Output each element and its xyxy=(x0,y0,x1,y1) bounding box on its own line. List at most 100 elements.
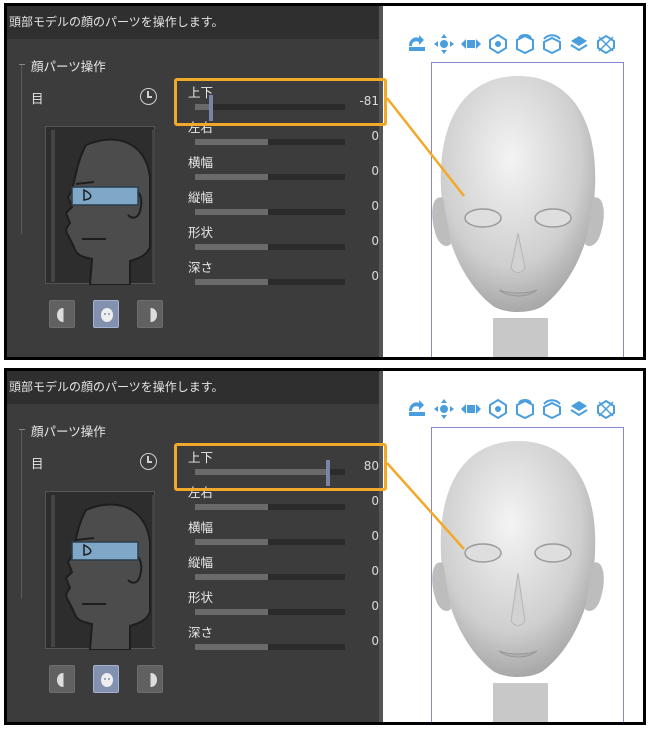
slider-list: 上下 -81 左右 0 横幅 0 縦幅 0 形状 0 深さ 0 xyxy=(183,82,383,292)
3d-viewport[interactable] xyxy=(383,6,643,357)
slider-fill xyxy=(195,244,268,250)
right-half-face-button[interactable] xyxy=(137,300,163,328)
slider-fill xyxy=(195,469,326,475)
rotate-camera-icon[interactable] xyxy=(405,397,429,421)
slider-fill xyxy=(195,139,268,145)
slider-label: 縦幅 xyxy=(188,555,214,570)
right-half-face-icon xyxy=(143,672,157,688)
slider-fill xyxy=(195,574,268,580)
face-part-preview xyxy=(45,126,155,285)
slider-label: 形状 xyxy=(188,225,214,240)
slider-track[interactable] xyxy=(195,279,345,285)
left-half-face-button[interactable] xyxy=(49,665,75,693)
slider-fill xyxy=(195,504,268,510)
left-half-face-button[interactable] xyxy=(49,300,75,328)
section-title: 顔パーツ操作 xyxy=(31,424,106,439)
rotate-plane-icon[interactable] xyxy=(567,32,591,56)
slider-row: 上下 -81 xyxy=(183,82,383,121)
slider-fill xyxy=(195,174,268,180)
slider-list: 上下 80 左右 0 横幅 0 縦幅 0 形状 0 深さ 0 xyxy=(183,447,383,657)
rotate-xy-icon[interactable] xyxy=(540,32,564,56)
slider-row: 上下 80 xyxy=(183,447,383,486)
slider-track[interactable] xyxy=(195,95,345,121)
rotate-xy-icon[interactable] xyxy=(540,397,564,421)
right-half-face-button[interactable] xyxy=(137,665,163,693)
full-face-button[interactable] xyxy=(93,665,119,693)
slider-value: 0 xyxy=(371,164,379,178)
slider-fill xyxy=(195,209,268,215)
pan-camera-icon[interactable] xyxy=(432,32,456,56)
slider-fill xyxy=(195,104,209,110)
slider-value: 0 xyxy=(371,599,379,613)
slider-row: 深さ 0 xyxy=(183,257,383,292)
slider-label: 上下 xyxy=(188,450,214,465)
slider-row: 形状 0 xyxy=(183,222,383,257)
rotate-plane-icon[interactable] xyxy=(567,397,591,421)
rotate-object-icon[interactable] xyxy=(513,397,537,421)
slider-track[interactable] xyxy=(195,574,345,580)
slider-fill xyxy=(195,539,268,545)
slider-row: 縦幅 0 xyxy=(183,187,383,222)
tree-guide-line xyxy=(21,64,22,234)
slider-value: 0 xyxy=(371,564,379,578)
face-parts-panel: 頭部モデルの顔のパーツを操作します。 顔パーツ操作 目 xyxy=(7,6,379,357)
face-part-preview xyxy=(45,491,155,650)
slider-value: 0 xyxy=(371,199,379,213)
screenshot-after: 頭部モデルの顔のパーツを操作します。 顔パーツ操作 目 上下 80 左右 0 横… xyxy=(4,368,646,725)
reset-view-icon[interactable] xyxy=(594,32,618,56)
slider-track[interactable] xyxy=(195,244,345,250)
left-half-face-icon xyxy=(57,672,71,688)
slider-track[interactable] xyxy=(195,539,345,545)
pan-camera-icon[interactable] xyxy=(432,397,456,421)
reset-view-icon[interactable] xyxy=(594,397,618,421)
part-label-eyes: 目 xyxy=(31,456,44,471)
panel-description: 頭部モデルの顔のパーツを操作します。 xyxy=(7,6,379,39)
left-half-face-icon xyxy=(57,307,71,323)
right-half-face-icon xyxy=(143,307,157,323)
slider-value: 0 xyxy=(371,494,379,508)
tree-guide-tick xyxy=(19,64,25,65)
slider-label: 縦幅 xyxy=(188,190,214,205)
slider-track[interactable] xyxy=(195,644,345,650)
slider-label: 左右 xyxy=(188,485,214,500)
dolly-camera-icon[interactable] xyxy=(459,32,483,56)
slider-row: 左右 0 xyxy=(183,117,383,152)
rotate-camera-icon[interactable] xyxy=(405,32,429,56)
slider-row: 横幅 0 xyxy=(183,152,383,187)
screenshot-before: 頭部モデルの顔のパーツを操作します。 顔パーツ操作 目 上下 -81 左右 0 … xyxy=(4,3,646,360)
slider-row: 左右 0 xyxy=(183,482,383,517)
3d-viewport[interactable] xyxy=(383,371,643,722)
slider-track[interactable] xyxy=(195,609,345,615)
slider-track[interactable] xyxy=(195,460,345,486)
face-parts-panel: 頭部モデルの顔のパーツを操作します。 顔パーツ操作 目 xyxy=(7,371,379,722)
slider-row: 形状 0 xyxy=(183,587,383,622)
dolly-camera-icon[interactable] xyxy=(459,397,483,421)
part-label-eyes: 目 xyxy=(31,91,44,106)
panel-description: 頭部モデルの顔のパーツを操作します。 xyxy=(7,371,379,404)
slider-fill xyxy=(195,279,268,285)
slider-label: 左右 xyxy=(188,120,214,135)
slider-fill xyxy=(195,644,268,650)
slider-label: 横幅 xyxy=(188,520,214,535)
tree-guide-tick xyxy=(19,429,25,430)
slider-value: 0 xyxy=(371,234,379,248)
full-face-icon xyxy=(101,308,113,322)
move-object-icon[interactable] xyxy=(486,397,510,421)
slider-track[interactable] xyxy=(195,504,345,510)
slider-track[interactable] xyxy=(195,174,345,180)
slider-value: 0 xyxy=(371,634,379,648)
full-face-icon xyxy=(101,673,113,687)
head-model xyxy=(432,76,604,357)
slider-label: 深さ xyxy=(188,625,214,640)
reset-icon[interactable] xyxy=(140,88,157,105)
slider-track[interactable] xyxy=(195,139,345,145)
slider-label: 形状 xyxy=(188,590,214,605)
tree-guide-line xyxy=(21,429,22,599)
full-face-button[interactable] xyxy=(93,300,119,328)
slider-track[interactable] xyxy=(195,209,345,215)
move-object-icon[interactable] xyxy=(486,32,510,56)
head-model xyxy=(432,441,604,722)
slider-fill xyxy=(195,609,268,615)
reset-icon[interactable] xyxy=(140,453,157,470)
rotate-object-icon[interactable] xyxy=(513,32,537,56)
